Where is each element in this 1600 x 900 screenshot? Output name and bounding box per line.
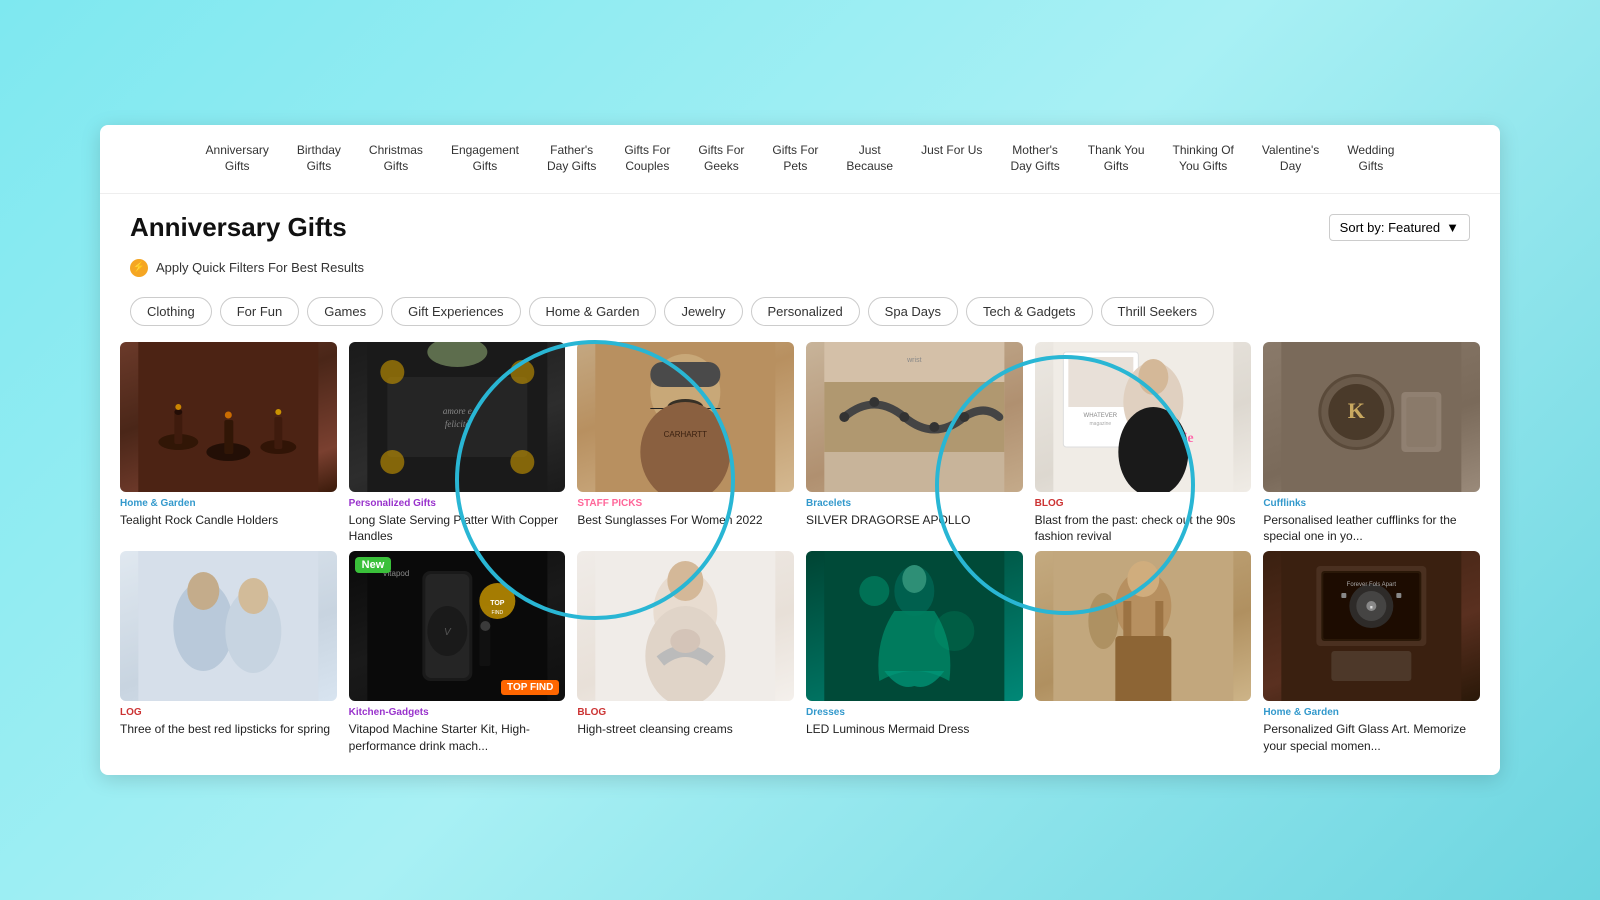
product-image-cleansing bbox=[577, 551, 794, 701]
product-category: Home & Garden bbox=[120, 498, 337, 509]
svg-text:amore e: amore e bbox=[443, 406, 472, 416]
product-title: Blast from the past: check out the 90s f… bbox=[1035, 512, 1252, 546]
sort-label: Sort by: Featured bbox=[1340, 220, 1440, 235]
product-card-cleansing[interactable]: BLOG High-street cleansing creams bbox=[577, 551, 794, 755]
svg-text:wrist: wrist bbox=[906, 357, 921, 364]
product-category: Personalized Gifts bbox=[349, 498, 566, 509]
page-title: Anniversary Gifts bbox=[130, 212, 347, 243]
product-title: Long Slate Serving Platter With Copper H… bbox=[349, 512, 566, 546]
page-header: Anniversary Gifts Sort by: Featured ▼ bbox=[100, 194, 1500, 253]
nav-birthday[interactable]: BirthdayGifts bbox=[283, 137, 355, 180]
top-nav: AnniversaryGifts BirthdayGifts Christmas… bbox=[100, 125, 1500, 193]
filter-personalized[interactable]: Personalized bbox=[751, 297, 860, 326]
product-category: Dresses bbox=[806, 707, 1023, 718]
product-image-lipstick bbox=[120, 551, 337, 701]
nav-just-because[interactable]: JustBecause bbox=[832, 137, 907, 180]
product-image-mermaid bbox=[806, 551, 1023, 701]
filter-for-fun[interactable]: For Fun bbox=[220, 297, 300, 326]
nav-geeks[interactable]: Gifts ForGeeks bbox=[684, 137, 758, 180]
filter-icon: ⚡ bbox=[130, 259, 148, 277]
filter-spa-days[interactable]: Spa Days bbox=[868, 297, 958, 326]
badge-top-find: TOP FIND bbox=[501, 680, 559, 695]
filter-tech-gadgets[interactable]: Tech & Gadgets bbox=[966, 297, 1093, 326]
filter-jewelry[interactable]: Jewelry bbox=[664, 297, 742, 326]
svg-text:FIND: FIND bbox=[491, 610, 503, 616]
nav-wedding[interactable]: WeddingGifts bbox=[1333, 137, 1408, 180]
product-title: Personalised leather cufflinks for the s… bbox=[1263, 512, 1480, 546]
quick-filter-text: Apply Quick Filters For Best Results bbox=[156, 260, 364, 275]
product-card-vitapod[interactable]: Vitapod V TOP FIND New TOP FIND Kitchen-… bbox=[349, 551, 566, 755]
product-category: LOG bbox=[120, 707, 337, 718]
product-title: Three of the best red lipsticks for spri… bbox=[120, 721, 337, 738]
product-image-fashion: WHATEVER magazine Barbie bbox=[1035, 342, 1252, 492]
main-container: AnniversaryGifts BirthdayGifts Christmas… bbox=[100, 125, 1500, 774]
product-title: LED Luminous Mermaid Dress bbox=[806, 721, 1023, 738]
nav-thinking-of-you[interactable]: Thinking OfYou Gifts bbox=[1159, 137, 1248, 180]
chevron-down-icon: ▼ bbox=[1446, 220, 1459, 235]
product-card-bracelet[interactable]: wrist Bracelets SILVER DRAGORSE APOLLO bbox=[806, 342, 1023, 546]
product-title: Vitapod Machine Starter Kit, High-perfor… bbox=[349, 721, 566, 755]
product-category: Cufflinks bbox=[1263, 498, 1480, 509]
product-title: Personalized Gift Glass Art. Memorize yo… bbox=[1263, 721, 1480, 755]
product-card-sunglasses[interactable]: CARHARTT STAFF PICKS Best Sunglasses For… bbox=[577, 342, 794, 546]
product-category: Kitchen-Gadgets bbox=[349, 707, 566, 718]
nav-fathers[interactable]: Father'sDay Gifts bbox=[533, 137, 610, 180]
product-image-slate: amore e felicità bbox=[349, 342, 566, 492]
filter-gift-experiences[interactable]: Gift Experiences bbox=[391, 297, 520, 326]
filter-clothing[interactable]: Clothing bbox=[130, 297, 212, 326]
nav-valentines[interactable]: Valentine'sDay bbox=[1248, 137, 1333, 180]
product-category: BLOG bbox=[577, 707, 794, 718]
nav-pets[interactable]: Gifts ForPets bbox=[758, 137, 832, 180]
svg-text:TOP: TOP bbox=[490, 600, 505, 607]
product-category: Bracelets bbox=[806, 498, 1023, 509]
nav-mothers[interactable]: Mother'sDay Gifts bbox=[996, 137, 1073, 180]
filter-thrill-seekers[interactable]: Thrill Seekers bbox=[1101, 297, 1214, 326]
product-card-candles[interactable]: Home & Garden Tealight Rock Candle Holde… bbox=[120, 342, 337, 546]
product-image-bracelet: wrist bbox=[806, 342, 1023, 492]
product-card-fashion[interactable]: WHATEVER magazine Barbie BLOG Blast from… bbox=[1035, 342, 1252, 546]
product-title bbox=[1035, 721, 1252, 738]
product-category: Home & Garden bbox=[1263, 707, 1480, 718]
product-title: SILVER DRAGORSE APOLLO bbox=[806, 512, 1023, 529]
quick-filters-banner: ⚡ Apply Quick Filters For Best Results bbox=[100, 253, 1500, 289]
product-image-vitapod: Vitapod V TOP FIND New TOP FIND bbox=[349, 551, 566, 701]
sort-select[interactable]: Sort by: Featured ▼ bbox=[1329, 214, 1470, 241]
svg-text:K: K bbox=[1348, 398, 1365, 423]
svg-text:CARHARTT: CARHARTT bbox=[664, 430, 708, 439]
nav-just-for-us[interactable]: Just For Us bbox=[907, 137, 996, 180]
svg-text:WHATEVER: WHATEVER bbox=[1083, 413, 1117, 419]
nav-christmas[interactable]: ChristmasGifts bbox=[355, 137, 437, 180]
svg-text:⏸: ⏸ bbox=[1370, 605, 1373, 611]
product-category: BLOG bbox=[1035, 498, 1252, 509]
product-image-sunglasses: CARHARTT bbox=[577, 342, 794, 492]
product-image-candles bbox=[120, 342, 337, 492]
svg-text:magazine: magazine bbox=[1089, 421, 1111, 427]
nav-thank-you[interactable]: Thank YouGifts bbox=[1074, 137, 1159, 180]
product-image-glass-art: ⏸ Forever Fols Apart bbox=[1263, 551, 1480, 701]
nav-couples[interactable]: Gifts ForCouples bbox=[610, 137, 684, 180]
svg-text:Forever Fols Apart: Forever Fols Apart bbox=[1347, 582, 1397, 588]
svg-text:felicità: felicità bbox=[444, 419, 469, 429]
product-card-slate[interactable]: amore e felicità Personalized Gifts Long… bbox=[349, 342, 566, 546]
product-card-cufflinks[interactable]: K Cufflinks Personalised leather cufflin… bbox=[1263, 342, 1480, 546]
product-card-mermaid[interactable]: Dresses LED Luminous Mermaid Dress bbox=[806, 551, 1023, 755]
category-filters: Clothing For Fun Games Gift Experiences … bbox=[100, 289, 1500, 342]
product-card-fashion2[interactable] bbox=[1035, 551, 1252, 755]
product-category bbox=[1035, 707, 1252, 718]
product-image-cufflinks: K bbox=[1263, 342, 1480, 492]
nav-engagement[interactable]: EngagementGifts bbox=[437, 137, 533, 180]
filter-home-garden[interactable]: Home & Garden bbox=[529, 297, 657, 326]
product-grid-row2: LOG Three of the best red lipsticks for … bbox=[100, 551, 1500, 775]
product-card-glass-art[interactable]: ⏸ Forever Fols Apart Home & Garden Perso… bbox=[1263, 551, 1480, 755]
product-grid-row1: Home & Garden Tealight Rock Candle Holde… bbox=[100, 342, 1500, 552]
product-category: STAFF PICKS bbox=[577, 498, 794, 509]
product-title: Tealight Rock Candle Holders bbox=[120, 512, 337, 529]
nav-anniversary[interactable]: AnniversaryGifts bbox=[192, 137, 283, 180]
product-title: Best Sunglasses For Women 2022 bbox=[577, 512, 794, 529]
product-card-lipstick[interactable]: LOG Three of the best red lipsticks for … bbox=[120, 551, 337, 755]
badge-new: New bbox=[355, 557, 392, 573]
product-image-fashion2 bbox=[1035, 551, 1252, 701]
filter-games[interactable]: Games bbox=[307, 297, 383, 326]
product-title: High-street cleansing creams bbox=[577, 721, 794, 738]
